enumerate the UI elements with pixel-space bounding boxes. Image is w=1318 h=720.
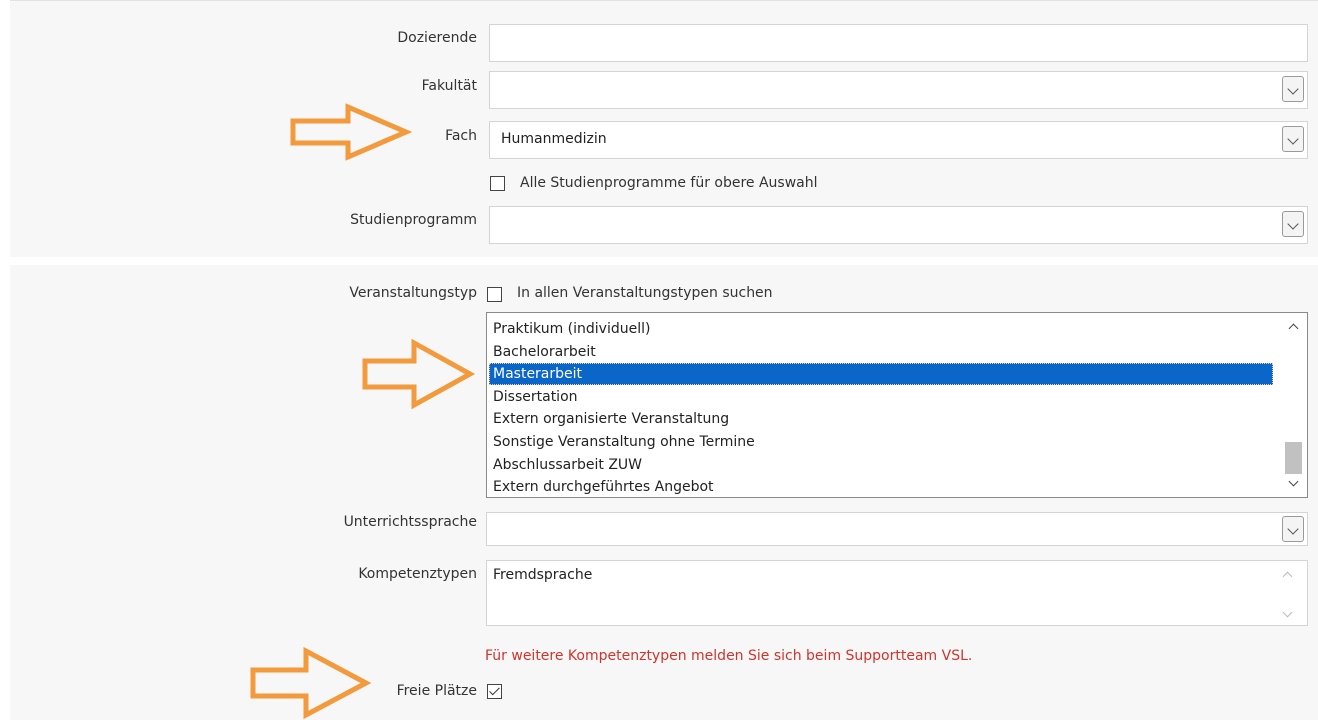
- annotation-arrow-icon: [250, 646, 372, 720]
- alle-studienprogramme-label: Alle Studienprogramme für obere Auswahl: [520, 175, 818, 191]
- kompetenztypen-label: Kompetenztypen: [358, 566, 477, 582]
- scroll-up-icon[interactable]: [1288, 323, 1299, 334]
- freie-plaetze-checkbox[interactable]: [487, 684, 502, 699]
- list-item-selected[interactable]: Masterarbeit: [489, 363, 1273, 385]
- chevron-down-icon: [1287, 83, 1299, 95]
- fach-value: Humanmedizin: [501, 131, 607, 147]
- studienprogramm-select[interactable]: [489, 206, 1308, 244]
- dozierende-label: Dozierende: [397, 30, 477, 46]
- list-item[interactable]: Dissertation: [489, 386, 578, 408]
- fakultaet-select[interactable]: [489, 71, 1308, 109]
- annotation-arrow-icon: [290, 103, 413, 161]
- list-item[interactable]: Sonstige Veranstaltung ohne Termine: [489, 431, 755, 453]
- scrollbar-thumb[interactable]: [1285, 442, 1302, 474]
- veranstaltungstyp-label: Veranstaltungstyp: [349, 285, 477, 301]
- chevron-down-icon: [1287, 523, 1299, 535]
- annotation-arrow-icon: [362, 338, 476, 410]
- listbox-scrollbar[interactable]: [1282, 314, 1306, 496]
- list-item[interactable]: Bachelorarbeit: [489, 341, 596, 363]
- fach-dropdown-button[interactable]: [1282, 126, 1304, 152]
- kompetenztypen-list[interactable]: Fremdsprache: [486, 560, 1308, 626]
- fach-select[interactable]: Humanmedizin: [489, 121, 1308, 159]
- studienprogramm-dropdown-button[interactable]: [1282, 211, 1304, 237]
- dozierende-input[interactable]: [489, 24, 1308, 62]
- fakultaet-dropdown-button[interactable]: [1282, 76, 1304, 102]
- chevron-down-icon: [1287, 133, 1299, 145]
- chevron-down-icon: [1287, 218, 1299, 230]
- kompetenz-notice: Für weitere Kompetenztypen melden Sie si…: [485, 648, 973, 664]
- list-item[interactable]: Extern durchgeführtes Angebot: [489, 476, 714, 498]
- alle-veranstaltungstypen-checkbox[interactable]: [487, 287, 502, 302]
- scroll-up-icon[interactable]: [1282, 571, 1293, 582]
- fakultaet-label: Fakultät: [421, 78, 477, 94]
- alle-studienprogramme-checkbox[interactable]: [490, 176, 505, 191]
- unterrichtssprache-label: Unterrichtssprache: [343, 514, 477, 530]
- list-item[interactable]: Extern organisierte Veranstaltung: [489, 408, 729, 430]
- veranstaltungstyp-listbox[interactable]: Praktikum (individuell) Bachelorarbeit M…: [486, 312, 1308, 498]
- unterrichtssprache-dropdown-button[interactable]: [1282, 516, 1304, 542]
- kompetenztypen-value: Fremdsprache: [493, 567, 593, 583]
- alle-veranstaltungstypen-label: In allen Veranstaltungstypen suchen: [517, 285, 773, 301]
- studienprogramm-label: Studienprogramm: [350, 212, 477, 228]
- unterrichtssprache-select[interactable]: [486, 512, 1308, 546]
- scroll-down-icon[interactable]: [1288, 476, 1299, 487]
- scroll-down-icon[interactable]: [1282, 607, 1293, 618]
- list-item[interactable]: Praktikum (individuell): [489, 318, 650, 340]
- list-item[interactable]: Abschlussarbeit ZUW: [489, 454, 642, 476]
